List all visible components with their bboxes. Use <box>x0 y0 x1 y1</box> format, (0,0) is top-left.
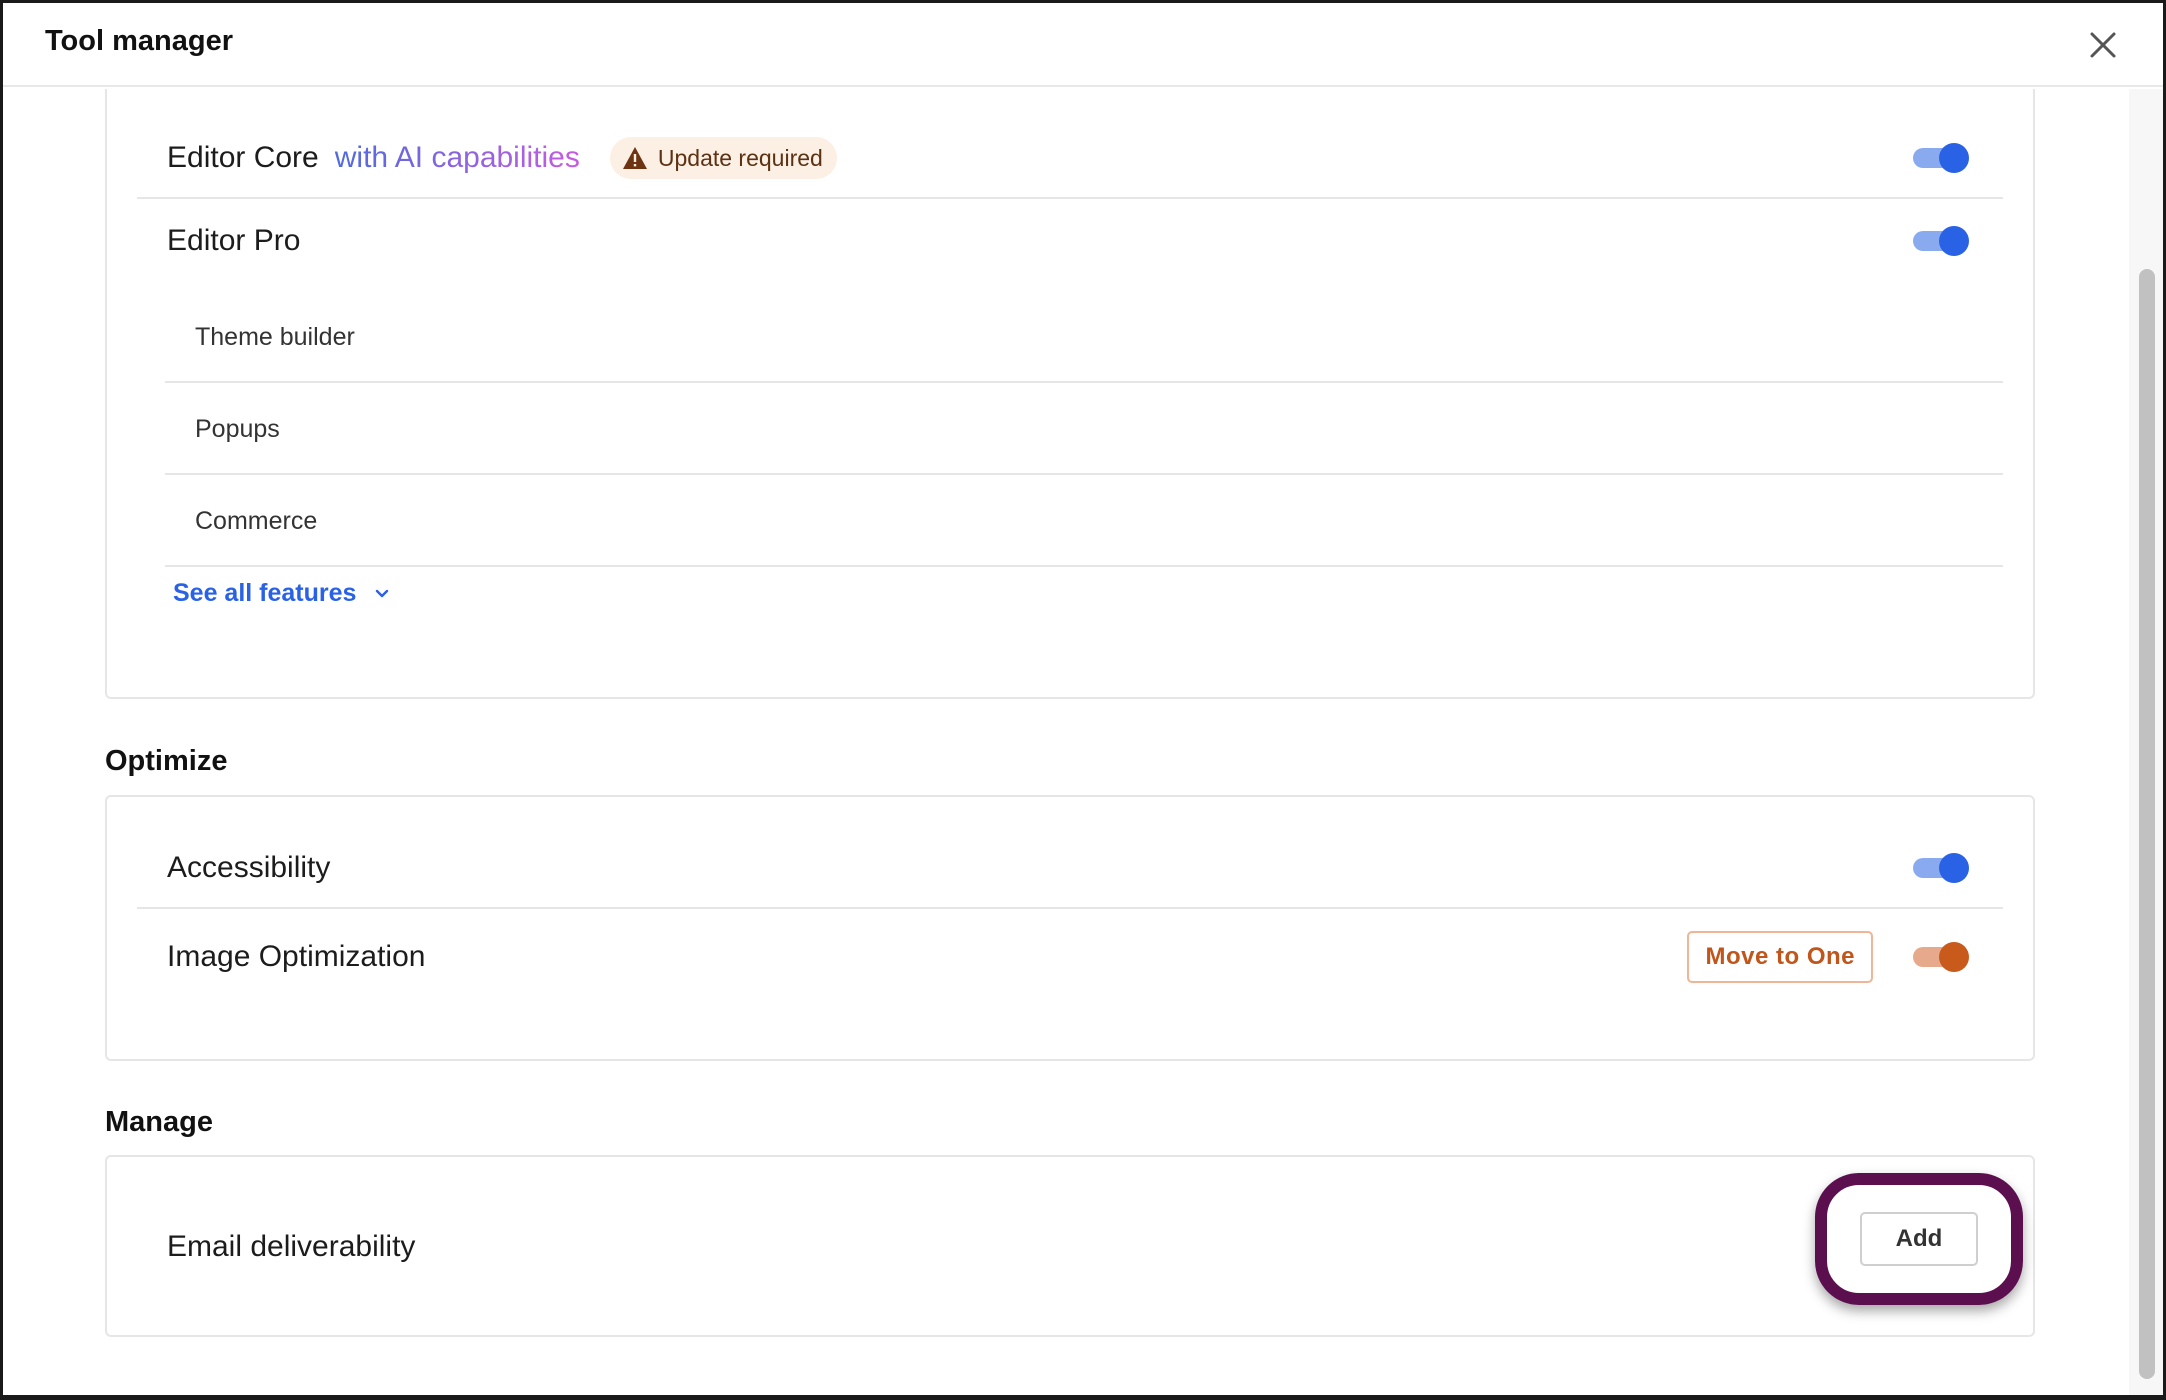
editor-card: Editor Core with AI capabilities Update … <box>105 89 2035 699</box>
accessibility-label: Accessibility <box>167 851 331 884</box>
update-required-badge: Update required <box>609 137 837 179</box>
close-button[interactable] <box>2083 25 2123 65</box>
toggle-knob <box>1939 853 1969 883</box>
editor-core-toggle[interactable] <box>1913 140 1969 176</box>
see-all-features-link[interactable]: See all features <box>173 579 390 608</box>
editor-pro-label: Editor Pro <box>167 224 301 257</box>
feature-row-popups: Popups <box>165 385 2003 475</box>
close-icon <box>2090 32 2116 58</box>
editor-core-label: Editor Core <box>167 141 319 174</box>
optimize-section-title: Optimize <box>105 745 228 777</box>
add-button[interactable]: Add <box>1860 1212 1978 1266</box>
scrollbar-thumb[interactable] <box>2139 269 2155 1379</box>
accessibility-toggle[interactable] <box>1913 850 1969 886</box>
editor-pro-row: Editor Pro <box>137 201 2003 281</box>
see-all-features-text: See all features <box>173 579 357 607</box>
image-optimization-toggle[interactable] <box>1913 939 1969 975</box>
ai-capabilities-label: with AI capabilities <box>334 141 580 174</box>
feature-label: Commerce <box>195 506 318 535</box>
email-deliverability-label: Email deliverability <box>167 1230 416 1263</box>
warning-icon <box>622 147 647 169</box>
editor-core-row: Editor Core with AI capabilities Update … <box>137 119 2003 199</box>
image-optimization-row: Image Optimization Move to One <box>137 917 2003 997</box>
chevron-down-icon <box>376 589 389 597</box>
toggle-knob <box>1939 143 1969 173</box>
editor-pro-toggle[interactable] <box>1913 223 1969 259</box>
dialog-content: Editor Core with AI capabilities Update … <box>3 89 2127 1395</box>
optimize-card: Accessibility Image Optimization Move to… <box>105 795 2035 1061</box>
add-button-highlight: Add <box>1815 1173 2023 1305</box>
manage-card: Email deliverability Add <box>105 1155 2035 1337</box>
image-optimization-label: Image Optimization <box>167 940 426 973</box>
manage-section-title: Manage <box>105 1106 213 1138</box>
feature-row-commerce: Commerce <box>165 477 2003 567</box>
feature-label: Theme builder <box>195 322 355 351</box>
dialog-header: Tool manager <box>3 3 2163 87</box>
feature-label: Popups <box>195 414 280 443</box>
move-to-one-button[interactable]: Move to One <box>1687 931 1873 983</box>
accessibility-row: Accessibility <box>137 829 2003 909</box>
dialog-title: Tool manager <box>45 25 233 57</box>
email-deliverability-row: Email deliverability <box>137 1207 2003 1287</box>
update-required-text: Update required <box>657 144 823 171</box>
toggle-knob <box>1939 942 1969 972</box>
feature-row-theme-builder: Theme builder <box>165 293 2003 383</box>
tool-manager-dialog: Tool manager Editor Core with AI capabil… <box>3 3 2163 1395</box>
toggle-knob <box>1939 226 1969 256</box>
scrollbar[interactable] <box>2129 89 2163 1395</box>
